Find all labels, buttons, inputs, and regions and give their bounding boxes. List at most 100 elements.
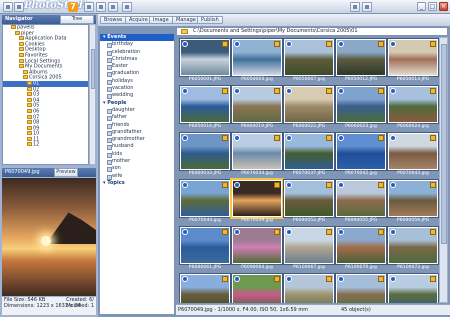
settings-icon[interactable] bbox=[350, 2, 360, 12]
category-item[interactable]: husband bbox=[100, 143, 174, 151]
preview-mode-button[interactable]: Preview bbox=[54, 168, 78, 177]
thumbnail-image[interactable] bbox=[388, 133, 438, 170]
thumbnail-image[interactable] bbox=[388, 227, 438, 264]
info-icon[interactable] bbox=[234, 41, 240, 47]
thumbnail-item[interactable]: P6050001.JPG bbox=[180, 39, 230, 84]
category-item[interactable]: graduation bbox=[100, 70, 174, 78]
info-icon[interactable] bbox=[390, 88, 396, 94]
thumbnail-item[interactable]: P6100070.jpg bbox=[336, 227, 386, 272]
thumbnail-image[interactable] bbox=[180, 86, 230, 123]
thumbnail-item[interactable]: P6070044.jpg bbox=[180, 180, 230, 225]
info-icon[interactable] bbox=[338, 41, 344, 47]
thumbnail-item[interactable]: P6070037.JPG bbox=[284, 133, 334, 178]
thumbnail-item[interactable]: P6080061.JPG bbox=[180, 227, 230, 272]
category-item[interactable]: Easter bbox=[100, 63, 174, 71]
flag-icon[interactable] bbox=[326, 41, 332, 47]
info-icon[interactable] bbox=[286, 229, 292, 235]
category-group[interactable]: ▾ Events bbox=[100, 34, 174, 42]
category-item[interactable]: holidays bbox=[100, 78, 174, 86]
thumbnail-item[interactable] bbox=[284, 274, 334, 303]
thumbnail-item[interactable]: P6070042.jpg bbox=[336, 133, 386, 178]
thumbnail-item[interactable]: P6060023.jpg bbox=[336, 86, 386, 131]
info-icon[interactable] bbox=[286, 276, 292, 282]
category-item[interactable]: wedding bbox=[100, 92, 174, 100]
flag-icon[interactable] bbox=[274, 182, 280, 188]
flag-icon[interactable] bbox=[430, 88, 436, 94]
thumbnail-image[interactable] bbox=[232, 180, 282, 217]
thumbnail-item[interactable]: P6070034.jpg bbox=[232, 133, 282, 178]
category-item[interactable]: grandfather bbox=[100, 129, 174, 137]
category-item[interactable]: Christmas bbox=[100, 56, 174, 64]
maximize-button[interactable]: □ bbox=[428, 2, 437, 11]
category-group[interactable]: ▾ Topics bbox=[100, 180, 174, 187]
info-icon[interactable] bbox=[182, 276, 188, 282]
flag-icon[interactable] bbox=[378, 135, 384, 141]
tree-mode-button[interactable]: Tree bbox=[60, 15, 94, 24]
info-icon[interactable] bbox=[390, 41, 396, 47]
info-icon[interactable] bbox=[182, 135, 188, 141]
flag-icon[interactable] bbox=[430, 135, 436, 141]
category-item[interactable]: son bbox=[100, 165, 174, 173]
flag-icon[interactable] bbox=[378, 276, 384, 282]
info-icon[interactable] bbox=[286, 88, 292, 94]
flag-icon[interactable] bbox=[378, 229, 384, 235]
flag-icon[interactable] bbox=[222, 182, 228, 188]
thumbnail-image[interactable] bbox=[284, 39, 334, 76]
info-icon[interactable] bbox=[390, 276, 396, 282]
thumbnail-image[interactable] bbox=[232, 39, 282, 76]
info-icon[interactable] bbox=[390, 182, 396, 188]
flag-icon[interactable] bbox=[222, 276, 228, 282]
thumbnail-image[interactable] bbox=[388, 39, 438, 76]
thumbnail-item[interactable]: P6100067.jpg bbox=[284, 227, 334, 272]
category-item[interactable]: celebration bbox=[100, 49, 174, 56]
flag-icon[interactable] bbox=[430, 229, 436, 235]
thumbnail-image[interactable] bbox=[180, 39, 230, 76]
thumbnail-image[interactable] bbox=[180, 227, 230, 264]
thumbnail-image[interactable] bbox=[180, 274, 230, 303]
category-item[interactable]: vacation bbox=[100, 85, 174, 93]
thumbnail-image[interactable] bbox=[336, 180, 386, 217]
thumbnail-item[interactable]: P6090064.jpg bbox=[232, 227, 282, 272]
thumbnail-image[interactable] bbox=[232, 86, 282, 123]
info-icon[interactable] bbox=[338, 135, 344, 141]
flag-icon[interactable] bbox=[326, 229, 332, 235]
flag-icon[interactable] bbox=[274, 135, 280, 141]
flag-icon[interactable] bbox=[326, 182, 332, 188]
info-icon[interactable] bbox=[286, 135, 292, 141]
info-icon[interactable] bbox=[182, 182, 188, 188]
browse-menu[interactable]: Browse bbox=[100, 16, 127, 24]
thumbnail-image[interactable] bbox=[336, 133, 386, 170]
category-item[interactable]: birthday bbox=[100, 41, 174, 49]
thumbnail-image[interactable] bbox=[284, 133, 334, 170]
info-icon[interactable] bbox=[286, 41, 292, 47]
flag-icon[interactable] bbox=[326, 135, 332, 141]
thumbnail-item[interactable] bbox=[232, 274, 282, 303]
flag-icon[interactable] bbox=[222, 88, 228, 94]
thumbnail-image[interactable] bbox=[336, 274, 386, 303]
image-menu[interactable]: Image bbox=[149, 16, 173, 24]
thumbnail-image[interactable] bbox=[336, 39, 386, 76]
thumbnail-item[interactable]: P6070043.jpg bbox=[388, 133, 438, 178]
thumbnail-image[interactable] bbox=[336, 86, 386, 123]
tree-scroll-thumb[interactable] bbox=[91, 49, 95, 89]
thumbnail-image[interactable] bbox=[232, 133, 282, 170]
publish-menu[interactable]: Publish bbox=[197, 16, 223, 24]
category-item[interactable]: friends bbox=[100, 122, 174, 129]
info-icon[interactable] bbox=[338, 182, 344, 188]
flag-icon[interactable] bbox=[274, 41, 280, 47]
tree-folder-item[interactable]: 12 bbox=[3, 142, 88, 148]
tree-scrollbar[interactable] bbox=[89, 24, 96, 165]
info-icon[interactable] bbox=[182, 88, 188, 94]
flag-icon[interactable] bbox=[274, 276, 280, 282]
flag-icon[interactable] bbox=[430, 182, 436, 188]
grid-scroll-thumb[interactable] bbox=[441, 44, 447, 244]
thumbnail-item[interactable]: P6070049.jpg bbox=[232, 180, 282, 225]
category-item[interactable]: grandmother bbox=[100, 136, 174, 144]
flag-icon[interactable] bbox=[378, 182, 384, 188]
help-icon[interactable] bbox=[362, 2, 372, 12]
flag-icon[interactable] bbox=[430, 276, 436, 282]
info-icon[interactable] bbox=[390, 229, 396, 235]
info-icon[interactable] bbox=[390, 135, 396, 141]
print-icon[interactable] bbox=[108, 2, 118, 12]
thumbnail-image[interactable] bbox=[180, 180, 230, 217]
